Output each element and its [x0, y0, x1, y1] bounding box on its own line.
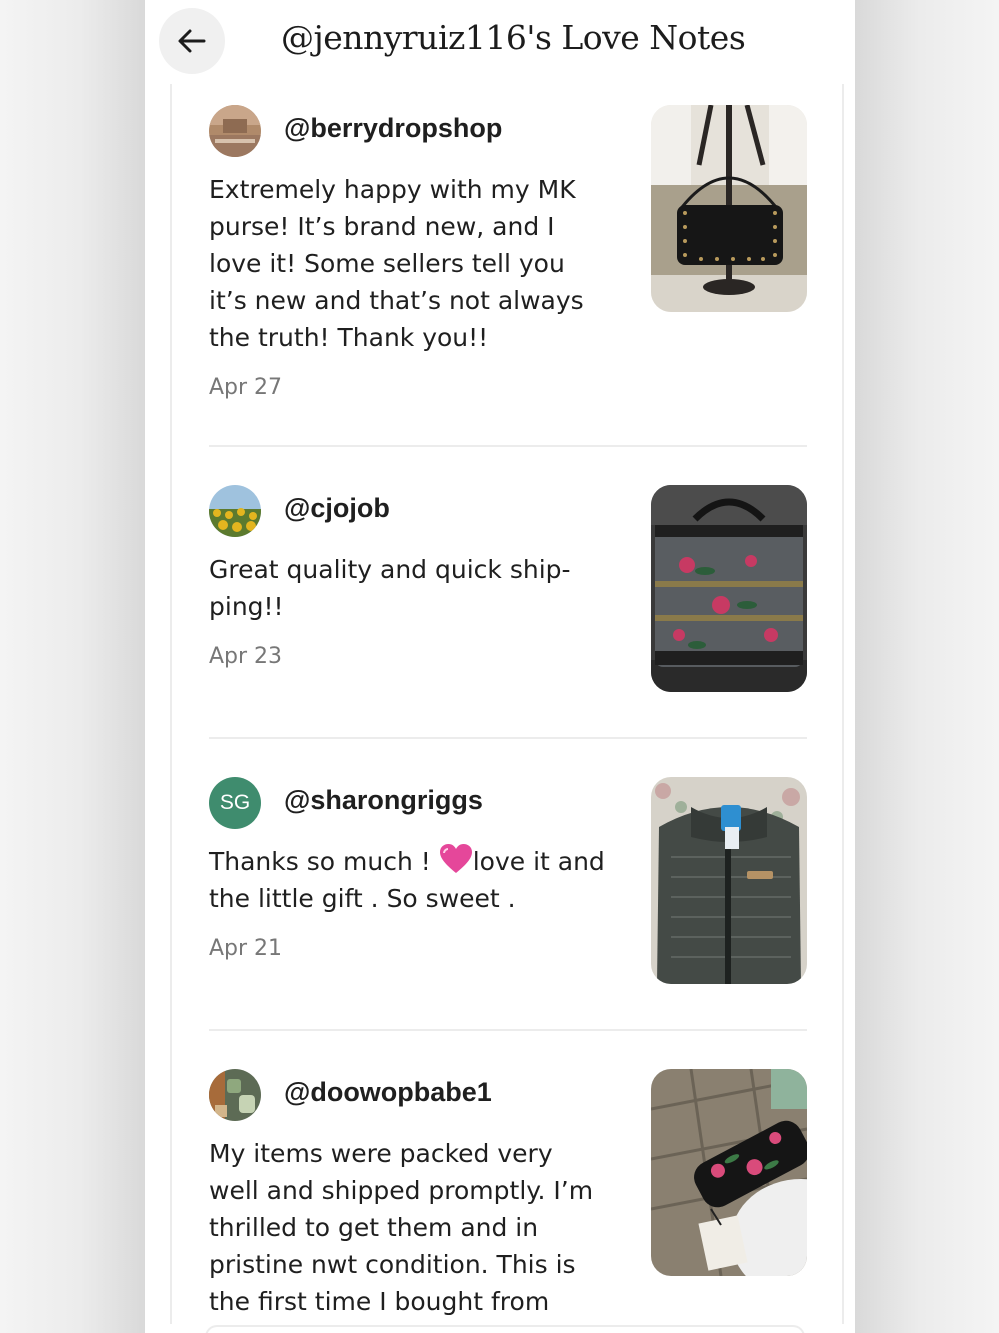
content-border-left	[170, 84, 172, 1324]
divider	[209, 1029, 807, 1031]
note-text: My items were packed very well and shipp…	[209, 1139, 594, 1316]
avatar[interactable]: SG	[209, 777, 261, 829]
listing-thumbnail[interactable]	[651, 777, 807, 984]
username-link[interactable]: @doowopbabe1	[284, 1077, 492, 1108]
username-link[interactable]: @sharongriggs	[284, 785, 483, 816]
header: @jennyruiz116's Love Notes	[145, 0, 855, 84]
pink-heart-icon	[439, 844, 472, 873]
note-text: Extremely happy with my MK purse! It’s b…	[209, 175, 584, 352]
note-text: Thanks so much ! love it and the little …	[209, 843, 609, 917]
note-text: Great quality and quick ship-ping!!	[209, 555, 571, 621]
love-note: SG @sharongriggs Thanks so much ! love i…	[209, 777, 807, 987]
note-text-start: Thanks so much !	[209, 847, 439, 876]
username-link[interactable]: @berrydropshop	[284, 113, 502, 144]
username-link[interactable]: @cjojob	[284, 493, 390, 524]
page-title: @jennyruiz116's Love Notes	[281, 18, 746, 57]
note-date: Apr 27	[209, 375, 283, 400]
listing-thumbnail[interactable]	[651, 1069, 807, 1276]
left-backdrop	[0, 0, 145, 1333]
arrow-left-icon	[178, 29, 206, 53]
listing-thumbnail[interactable]	[651, 105, 807, 312]
divider	[209, 737, 807, 739]
right-backdrop	[855, 0, 999, 1333]
content-border-right	[842, 84, 844, 1324]
note-date: Apr 21	[209, 936, 283, 961]
love-note: @doowopbabe1 My items were packed very w…	[209, 1069, 807, 1333]
back-button[interactable]	[159, 8, 225, 74]
love-notes-screen: @jennyruiz116's Love Notes @berrydropsho…	[145, 0, 855, 1333]
bottom-sheet-edge	[205, 1325, 805, 1333]
listing-thumbnail[interactable]	[651, 485, 807, 692]
avatar[interactable]	[209, 485, 261, 537]
avatar[interactable]	[209, 1069, 261, 1121]
avatar[interactable]	[209, 105, 261, 157]
love-note: @berrydropshop Extremely happy with my M…	[209, 105, 807, 425]
divider	[209, 445, 807, 447]
note-date: Apr 23	[209, 644, 283, 669]
love-note: @cjojob Great quality and quick ship-pin…	[209, 485, 807, 695]
